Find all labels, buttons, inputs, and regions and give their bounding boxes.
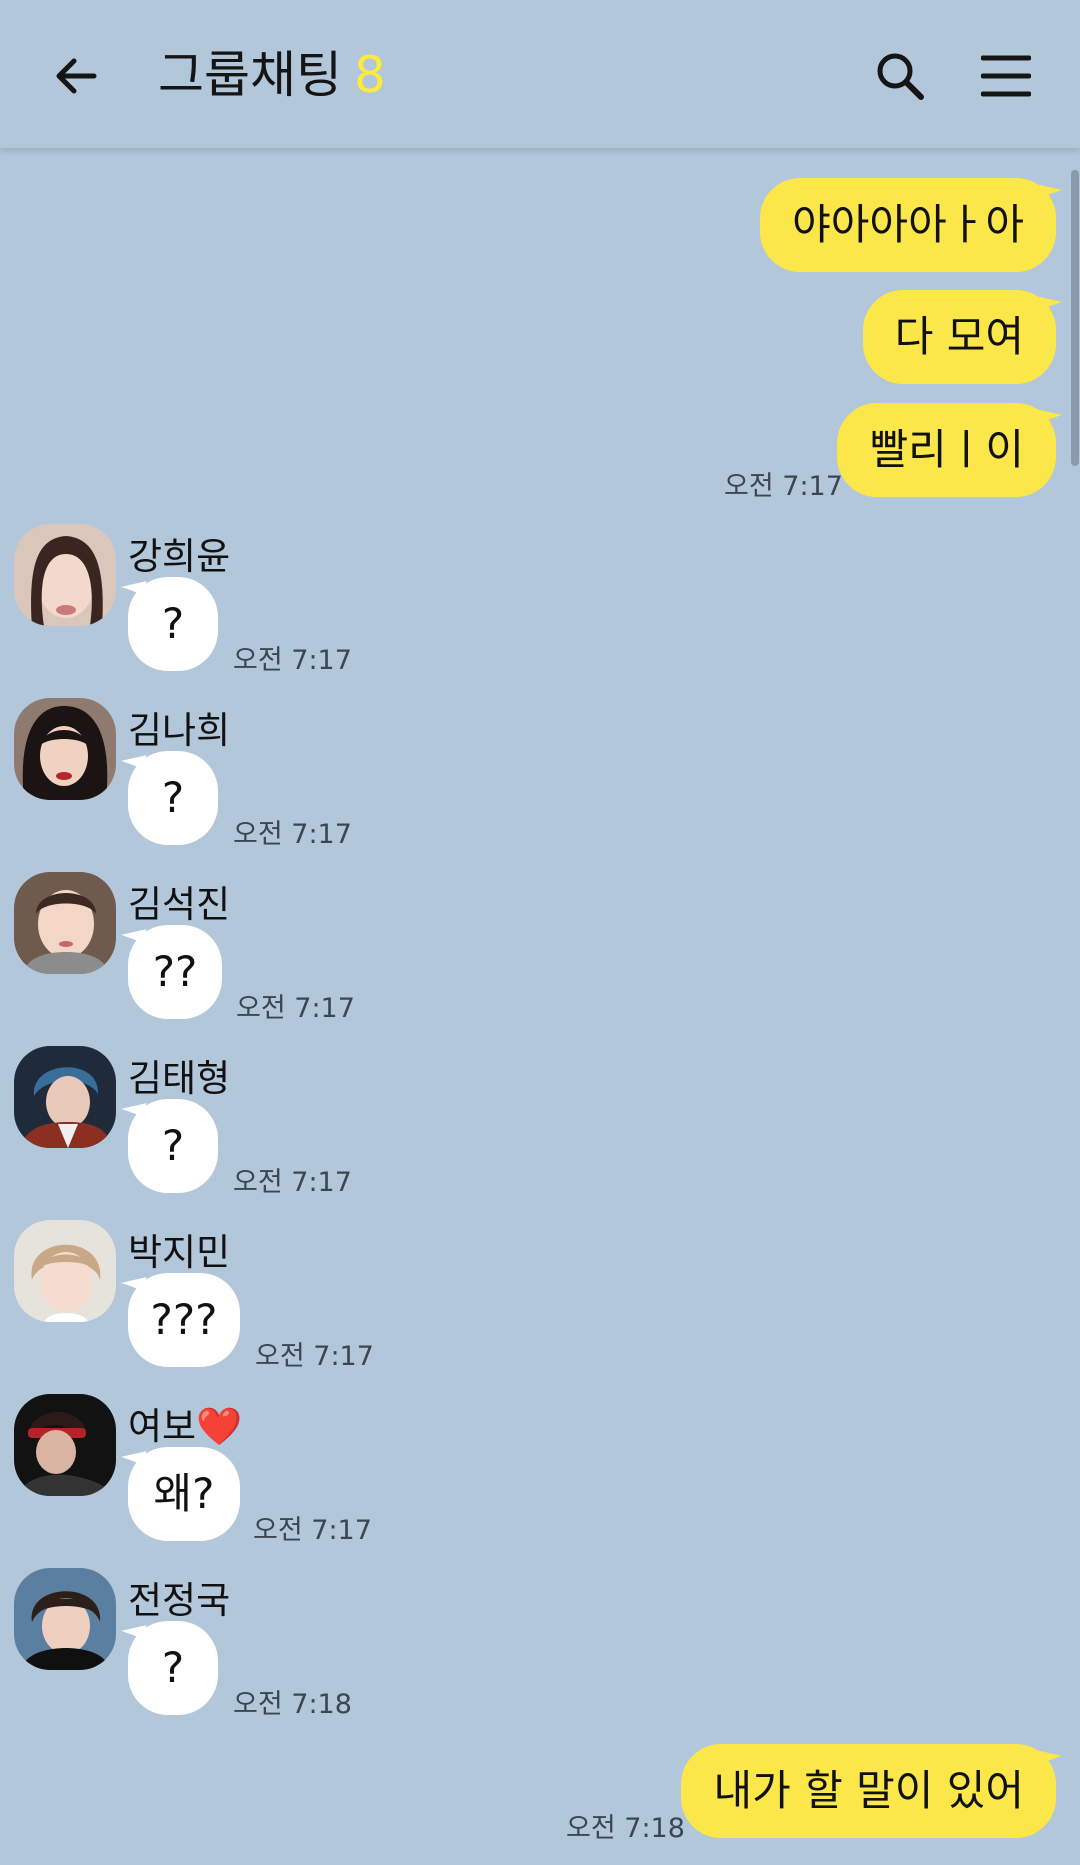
search-button[interactable] (868, 44, 932, 108)
profile-photo (14, 1394, 116, 1496)
profile-photo (14, 1568, 116, 1670)
scrollbar[interactable] (1071, 170, 1079, 466)
chat-room-name: 그룹채팅 (158, 46, 342, 104)
back-arrow-icon (56, 58, 97, 94)
my-message-bubble[interactable]: 야아아아ㅏ아 (760, 178, 1056, 272)
back-button[interactable] (44, 44, 108, 108)
sender-name: 김석진 (128, 883, 231, 926)
avatar-kang-heeyoon[interactable] (14, 524, 116, 626)
message-timestamp: 오전 7:18 (566, 1813, 685, 1844)
avatar-kim-taehyung[interactable] (14, 1046, 116, 1148)
message-timestamp: 오전 7:17 (236, 993, 355, 1024)
avatar-kim-nahee[interactable] (14, 698, 116, 800)
my-message-bubble[interactable]: 다 모여 (862, 290, 1056, 384)
chat-header: 그룹채팅 8 (0, 0, 1080, 149)
message-bubble[interactable]: ? (128, 1621, 218, 1715)
message-timestamp: 오전 7:17 (233, 645, 352, 676)
message-bubble[interactable]: ?? (128, 925, 222, 1019)
message-bubble[interactable]: ? (128, 751, 218, 845)
message-timestamp: 오전 7:17 (253, 1515, 372, 1546)
my-message-bubble[interactable]: 빨리ㅣ이 (837, 403, 1056, 497)
sender-name: 전정국 (128, 1579, 231, 1622)
message-timestamp: 오전 7:17 (233, 819, 352, 850)
message-timestamp: 오전 7:17 (255, 1341, 374, 1372)
sender-name: 강희윤 (128, 535, 231, 578)
chat-title: 그룹채팅 8 (158, 42, 386, 108)
avatar-yeobo[interactable] (14, 1394, 116, 1496)
message-bubble[interactable]: 왜? (128, 1447, 240, 1541)
message-bubble[interactable]: ? (128, 1099, 218, 1193)
avatar-kim-seokjin[interactable] (14, 872, 116, 974)
avatar-park-jimin[interactable] (14, 1220, 116, 1322)
sender-name: 여보❤️ (128, 1405, 243, 1448)
menu-button[interactable] (974, 44, 1038, 108)
sender-name: 김태형 (128, 1057, 231, 1100)
member-count: 8 (354, 46, 386, 104)
my-message-bubble[interactable]: 내가 할 말이 있어 (681, 1744, 1056, 1838)
message-bubble[interactable]: ? (128, 577, 218, 671)
profile-photo (14, 872, 116, 974)
message-timestamp: 오전 7:17 (233, 1167, 352, 1198)
avatar-jeon-jungkook[interactable] (14, 1568, 116, 1670)
profile-photo (14, 1220, 116, 1322)
hamburger-menu-icon (981, 55, 1031, 97)
sender-name: 김나희 (128, 709, 231, 752)
profile-photo (14, 698, 116, 800)
message-timestamp: 오전 7:18 (233, 1689, 352, 1720)
message-timestamp: 오전 7:17 (724, 471, 843, 502)
profile-photo (14, 1046, 116, 1148)
sender-name: 박지민 (128, 1231, 231, 1274)
search-icon (877, 53, 924, 100)
profile-photo (14, 524, 116, 626)
message-bubble[interactable]: ??? (128, 1273, 240, 1367)
